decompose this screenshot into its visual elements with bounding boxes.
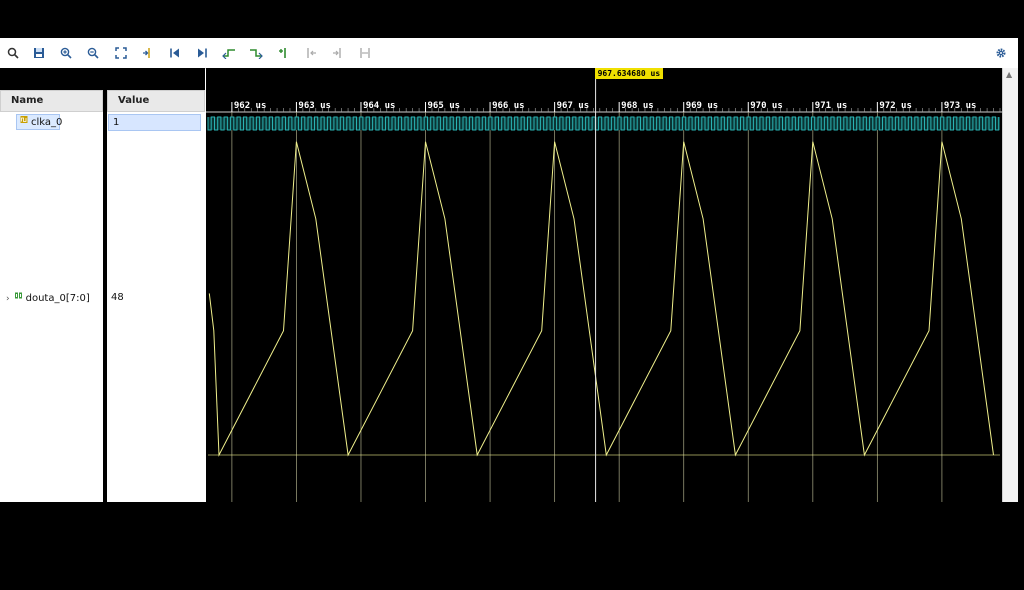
zoom-out-icon[interactable] — [85, 45, 101, 61]
search-icon[interactable] — [5, 45, 21, 61]
save-icon[interactable] — [31, 45, 47, 61]
ruler-tick-label: 967 us — [557, 101, 590, 111]
ruler-tick-label: 972 us — [879, 101, 912, 111]
value-column — [107, 112, 205, 502]
scroll-up-icon[interactable]: ▲ — [1006, 70, 1012, 79]
waveform-window: Name Value clka_0 1 › douta_0[7:0] 48 96… — [0, 38, 1018, 502]
signal-panel: Name Value clka_0 1 › douta_0[7:0] 48 — [0, 68, 205, 502]
go-to-start-icon[interactable] — [167, 45, 183, 61]
swap-cursors-icon[interactable] — [357, 45, 373, 61]
next-marker-icon[interactable] — [330, 45, 346, 61]
go-to-end-icon[interactable] — [194, 45, 210, 61]
add-marker-icon[interactable] — [276, 45, 292, 61]
previous-marker-icon[interactable] — [303, 45, 319, 61]
previous-transition-icon[interactable] — [221, 45, 237, 61]
go-to-cursor-icon[interactable] — [140, 45, 156, 61]
vertical-scrollbar[interactable]: ▲ — [1002, 68, 1018, 502]
ruler-tick-label: 968 us — [621, 101, 654, 111]
signal-row-douta[interactable]: › douta_0[7:0] — [6, 291, 90, 306]
name-column-header[interactable]: Name — [0, 90, 103, 112]
cursor-time-label[interactable]: 967.634680 us — [594, 68, 664, 79]
douta-analog-waveform — [208, 141, 994, 457]
zoom-fit-icon[interactable] — [113, 45, 129, 61]
bus-signal-icon — [14, 291, 23, 305]
ruler-tick-label: 964 us — [363, 101, 396, 111]
toolbar — [0, 38, 1018, 69]
ruler-tick-label: 970 us — [750, 101, 783, 111]
signal-name: clka_0 — [31, 117, 63, 128]
zoom-in-icon[interactable] — [58, 45, 74, 61]
ruler-tick-label: 966 us — [492, 101, 525, 111]
ruler-tick-label: 973 us — [944, 101, 977, 111]
clock-signal-icon — [20, 115, 28, 129]
ruler-tick-label: 965 us — [428, 101, 461, 111]
signal-value-clka: 1 — [108, 114, 201, 131]
ruler-tick-label: 962 us — [234, 101, 267, 111]
signal-row-clka[interactable]: clka_0 — [16, 114, 63, 130]
waveform-canvas[interactable]: 962 us 963 us 964 us 965 us 966 us 967 us 968 … — [206, 68, 1002, 502]
signal-value-douta: 48 — [111, 292, 124, 303]
clka-waveform-bg — [208, 117, 1000, 130]
ruler-tick-label: 969 us — [686, 101, 719, 111]
next-transition-icon[interactable] — [248, 45, 264, 61]
value-column-header[interactable]: Value — [107, 90, 205, 112]
gear-icon[interactable] — [993, 45, 1009, 61]
signal-name: douta_0[7:0] — [25, 293, 90, 304]
name-column — [0, 112, 103, 502]
expand-chevron-icon[interactable]: › — [6, 294, 10, 304]
ruler-tick-label: 971 us — [815, 101, 848, 111]
ruler-tick-label: 963 us — [298, 101, 331, 111]
waveform-area[interactable]: 962 us 963 us 964 us 965 us 966 us 967 us 968 … — [206, 68, 1002, 502]
